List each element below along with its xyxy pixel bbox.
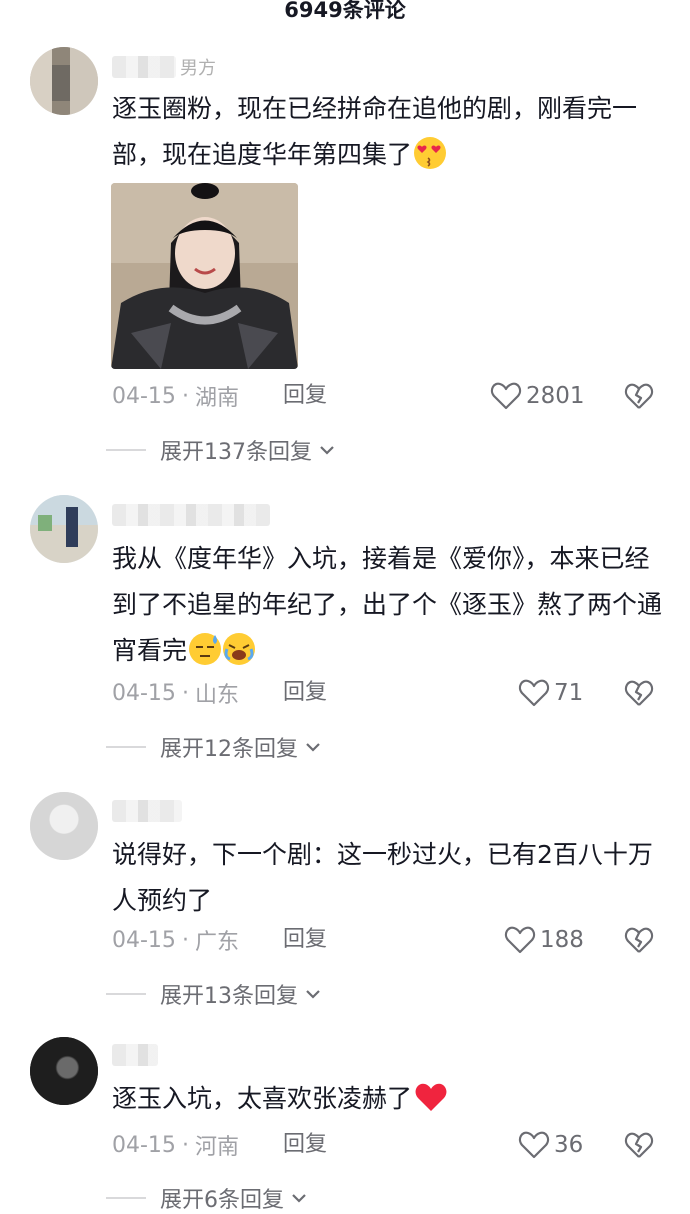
comments-count-title: 6949条评论 bbox=[284, 0, 406, 22]
avatar[interactable] bbox=[30, 792, 98, 860]
username-blurred[interactable] bbox=[112, 56, 176, 78]
comment-location: 广东 bbox=[194, 930, 239, 955]
comment-date: 04-15 bbox=[112, 1132, 176, 1158]
crying-emoji bbox=[223, 633, 256, 665]
meta-separator: · bbox=[181, 680, 189, 706]
comment-date: 04-15 bbox=[112, 927, 176, 953]
comment-location: 河南 bbox=[194, 1135, 239, 1160]
broken-heart-icon[interactable] bbox=[624, 381, 654, 411]
comment-meta: 04-15 · 河南 bbox=[112, 1130, 239, 1161]
expand-label: 展开12条回复 bbox=[160, 737, 298, 762]
meta-separator: · bbox=[181, 1132, 189, 1158]
like-button[interactable]: 36 bbox=[518, 1130, 583, 1160]
username-blurred[interactable] bbox=[112, 800, 182, 822]
chevron-down-icon bbox=[292, 1194, 306, 1203]
reply-button[interactable]: 回复 bbox=[283, 381, 327, 411]
divider-line bbox=[106, 449, 146, 451]
heart-eyes-kiss-emoji bbox=[414, 137, 447, 169]
divider-line bbox=[106, 746, 146, 748]
comment-meta: 04-15 · 山东 bbox=[112, 678, 239, 709]
sweat-smile-emoji bbox=[189, 633, 222, 665]
comment-meta: 04-15 · 湖南 bbox=[112, 381, 239, 412]
reply-button[interactable]: 回复 bbox=[283, 678, 327, 708]
broken-heart-icon[interactable] bbox=[624, 925, 654, 955]
expand-label: 展开6条回复 bbox=[160, 1188, 284, 1213]
divider-line bbox=[106, 993, 146, 995]
expand-replies-button[interactable]: 展开6条回复 bbox=[106, 1183, 310, 1213]
red-heart-emoji bbox=[414, 1081, 447, 1113]
heart-outline-icon bbox=[518, 679, 550, 707]
expand-replies-button[interactable]: 展开137条回复 bbox=[106, 435, 338, 465]
comment-location: 湖南 bbox=[194, 386, 239, 411]
comment-text: 我从《度年华》入坑，接着是《爱你》，本来已经到了不追星的年纪了，出了个《逐玉》熬… bbox=[112, 544, 663, 665]
heart-outline-icon bbox=[504, 926, 536, 954]
comment-photo[interactable] bbox=[111, 183, 298, 369]
like-button[interactable]: 2801 bbox=[490, 381, 585, 411]
comment-text: 逐玉入坑，太喜欢张凌赫了 bbox=[112, 1076, 662, 1122]
comment-text: 说得好，下一个剧：这一秒过火，已有2百八十万人预约了 bbox=[112, 840, 653, 915]
divider-line bbox=[106, 1197, 146, 1199]
username-blurred[interactable] bbox=[112, 1044, 158, 1066]
username-blurred[interactable] bbox=[112, 504, 270, 526]
expand-replies-button[interactable]: 展开12条回复 bbox=[106, 732, 324, 762]
broken-heart-icon[interactable] bbox=[624, 1130, 654, 1160]
chevron-down-icon bbox=[306, 743, 320, 752]
like-count: 36 bbox=[554, 1132, 584, 1158]
like-count: 71 bbox=[554, 680, 584, 706]
like-count: 188 bbox=[540, 927, 584, 953]
comment-date: 04-15 bbox=[112, 680, 176, 706]
like-button[interactable]: 71 bbox=[518, 678, 583, 708]
avatar[interactable] bbox=[30, 47, 98, 115]
reply-button[interactable]: 回复 bbox=[283, 925, 327, 955]
avatar[interactable] bbox=[30, 1037, 98, 1105]
expand-replies-button[interactable]: 展开13条回复 bbox=[106, 979, 324, 1009]
meta-separator: · bbox=[181, 383, 189, 409]
expand-label: 展开13条回复 bbox=[160, 984, 298, 1009]
broken-heart-icon[interactable] bbox=[624, 678, 654, 708]
like-count: 2801 bbox=[526, 383, 585, 409]
reply-button[interactable]: 回复 bbox=[283, 1130, 327, 1160]
chevron-down-icon bbox=[320, 446, 334, 455]
username-suffix: 男方 bbox=[180, 58, 216, 79]
expand-label: 展开137条回复 bbox=[160, 440, 312, 465]
heart-outline-icon bbox=[518, 1131, 550, 1159]
comment-date: 04-15 bbox=[112, 383, 176, 409]
chevron-down-icon bbox=[306, 990, 320, 999]
like-button[interactable]: 188 bbox=[504, 925, 584, 955]
comment-text: 逐玉圈粉，现在已经拼命在追他的剧，刚看完一部，现在追度华年第四集了 bbox=[112, 94, 638, 169]
meta-separator: · bbox=[181, 927, 189, 953]
avatar[interactable] bbox=[30, 495, 98, 563]
comment-location: 山东 bbox=[194, 683, 239, 708]
comment-meta: 04-15 · 广东 bbox=[112, 925, 239, 956]
heart-outline-icon bbox=[490, 382, 522, 410]
